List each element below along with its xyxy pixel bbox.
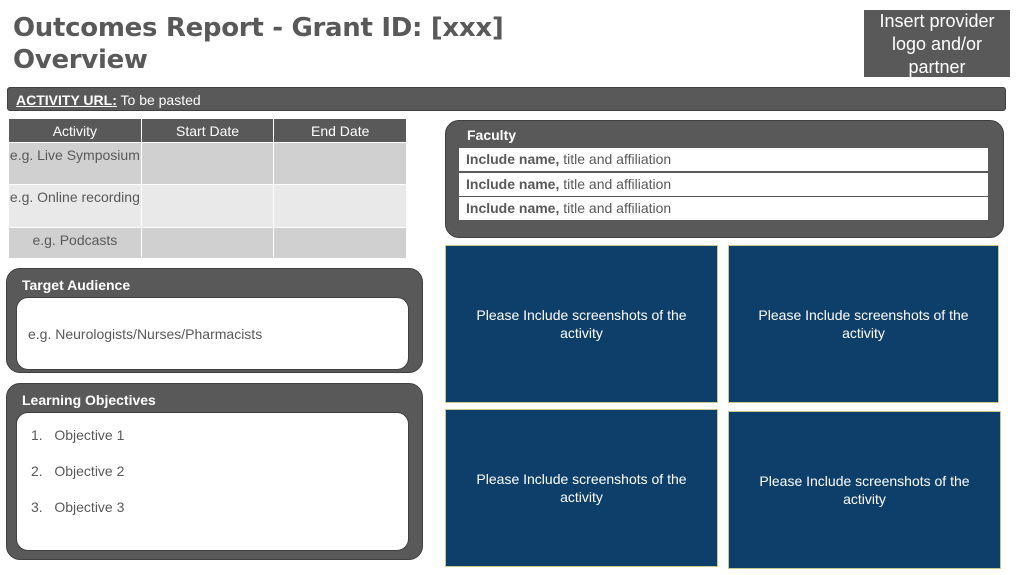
screenshot-placeholder-1: Please Include screenshots of the activi… xyxy=(445,245,718,403)
faculty-name-placeholder: Include name, xyxy=(466,151,560,167)
faculty-detail-placeholder: title and affiliation xyxy=(559,200,672,216)
faculty-name-placeholder: Include name, xyxy=(466,176,560,192)
activity-cell: e.g. Online recording xyxy=(8,184,142,228)
activity-url-bar: ACTIVITY URL: To be pasted xyxy=(7,87,1006,111)
start-date-cell xyxy=(140,227,275,259)
column-header-end-date: End Date xyxy=(273,118,407,143)
learning-objectives-box: 1. Objective 1 2. Objective 2 3. Objecti… xyxy=(16,412,409,551)
list-item: 3. Objective 3 xyxy=(31,499,124,535)
faculty-row: Include name, title and affiliation xyxy=(459,173,988,196)
table-row: e.g. Podcasts xyxy=(8,227,407,259)
column-header-activity: Activity xyxy=(8,118,142,143)
activity-table-header: Activity Start Date End Date xyxy=(8,118,407,143)
objective-number: 2. xyxy=(31,463,43,479)
screenshot-placeholder-2: Please Include screenshots of the activi… xyxy=(728,245,999,403)
activity-cell: e.g. Podcasts xyxy=(8,227,142,259)
faculty-detail-placeholder: title and affiliation xyxy=(559,176,672,192)
activity-cell: e.g. Live Symposium xyxy=(8,142,142,185)
objectives-list: 1. Objective 1 2. Objective 2 3. Objecti… xyxy=(31,427,124,535)
faculty-title: Faculty xyxy=(467,127,517,143)
faculty-row: Include name, title and affiliation xyxy=(459,197,988,220)
page-title: Outcomes Report - Grant ID: [xxx] Overvi… xyxy=(13,12,533,76)
activity-url-label: ACTIVITY URL xyxy=(16,92,113,108)
activity-table: Activity Start Date End Date e.g. Live S… xyxy=(8,118,407,259)
end-date-cell xyxy=(273,227,407,259)
start-date-cell xyxy=(140,184,275,228)
objective-number: 1. xyxy=(31,427,43,443)
column-header-start-date: Start Date xyxy=(140,118,275,143)
objective-text: Objective 3 xyxy=(54,499,125,515)
objective-text: Objective 1 xyxy=(54,427,125,443)
learning-objectives-panel: Learning Objectives 1. Objective 1 2. Ob… xyxy=(6,383,423,560)
learning-objectives-title: Learning Objectives xyxy=(22,392,156,408)
faculty-panel: Faculty Include name, title and affiliat… xyxy=(445,120,1004,238)
screenshot-placeholder-3: Please Include screenshots of the activi… xyxy=(445,409,718,567)
title-line-1: Outcomes Report - Grant ID: [xxx] xyxy=(13,13,504,43)
faculty-detail-placeholder: title and affiliation xyxy=(559,151,672,167)
logo-placeholder: Insert provider logo and/or partner xyxy=(864,10,1010,77)
screenshot-placeholder-4: Please Include screenshots of the activi… xyxy=(728,411,1001,569)
target-audience-box: e.g. Neurologists/Nurses/Pharmacists xyxy=(16,297,409,370)
table-row: e.g. Live Symposium xyxy=(8,142,407,185)
list-item: 1. Objective 1 xyxy=(31,427,124,463)
objective-number: 3. xyxy=(31,499,43,515)
faculty-row: Include name, title and affiliation xyxy=(459,148,988,171)
activity-url-value: To be pasted xyxy=(116,92,201,108)
list-item: 2. Objective 2 xyxy=(31,463,124,499)
target-audience-panel: Target Audience e.g. Neurologists/Nurses… xyxy=(6,268,423,373)
objective-text: Objective 2 xyxy=(54,463,125,479)
end-date-cell xyxy=(273,142,407,185)
title-line-2: Overview xyxy=(13,45,148,75)
faculty-name-placeholder: Include name, xyxy=(466,200,560,216)
target-audience-text: e.g. Neurologists/Nurses/Pharmacists xyxy=(28,326,263,342)
start-date-cell xyxy=(140,142,275,185)
table-row: e.g. Online recording xyxy=(8,184,407,228)
target-audience-title: Target Audience xyxy=(22,277,131,293)
end-date-cell xyxy=(273,184,407,228)
